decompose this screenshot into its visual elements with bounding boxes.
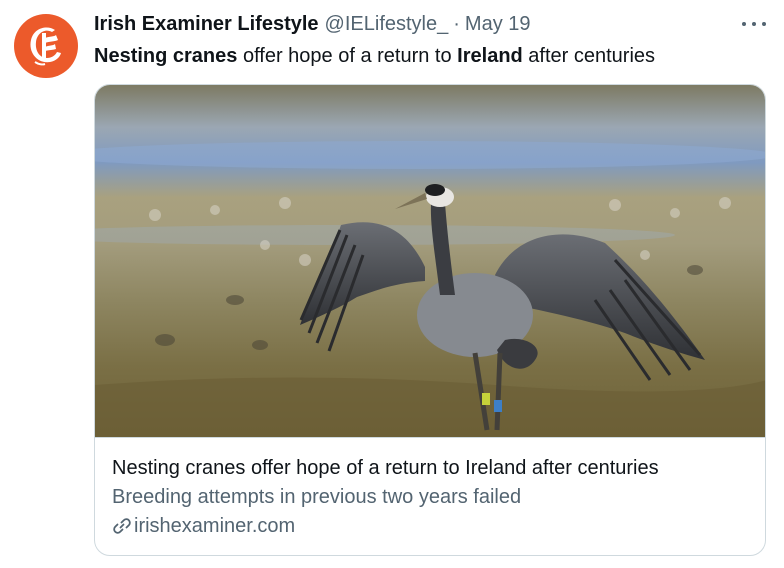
crane-photo-icon <box>95 85 765 437</box>
more-options-icon[interactable] <box>742 14 766 34</box>
tweet-text: Nesting cranes offer hope of a return to… <box>94 43 764 69</box>
card-domain[interactable]: irishexaminer.com <box>112 513 295 539</box>
tweet[interactable]: Irish Examiner Lifestyle @IELifestyle_ ·… <box>0 0 784 568</box>
link-icon <box>112 516 132 536</box>
tweet-header: Irish Examiner Lifestyle @IELifestyle_ ·… <box>94 11 744 37</box>
irish-examiner-logo-icon <box>30 27 61 66</box>
avatar[interactable] <box>14 14 78 78</box>
handle[interactable]: @IELifestyle_ <box>325 11 449 37</box>
card-description: Breeding attempts in previous two years … <box>112 486 522 508</box>
tweet-text-bold-1: Nesting cranes <box>94 45 238 67</box>
tweet-date[interactable]: May 19 <box>465 11 531 37</box>
display-name[interactable]: Irish Examiner Lifestyle <box>94 11 319 37</box>
link-card[interactable]: Nesting cranes offer hope of a return to… <box>94 84 766 556</box>
tweet-text-bold-2: Ireland <box>457 45 523 67</box>
tweet-text-part-1: offer hope of a return to <box>237 45 458 67</box>
card-domain-text[interactable]: irishexaminer.com <box>134 513 295 539</box>
card-title[interactable]: Nesting cranes offer hope of a return to… <box>112 455 659 481</box>
card-image[interactable] <box>95 85 765 438</box>
tweet-text-part-2: after centuries <box>522 45 656 67</box>
separator-dot: · <box>453 13 460 35</box>
